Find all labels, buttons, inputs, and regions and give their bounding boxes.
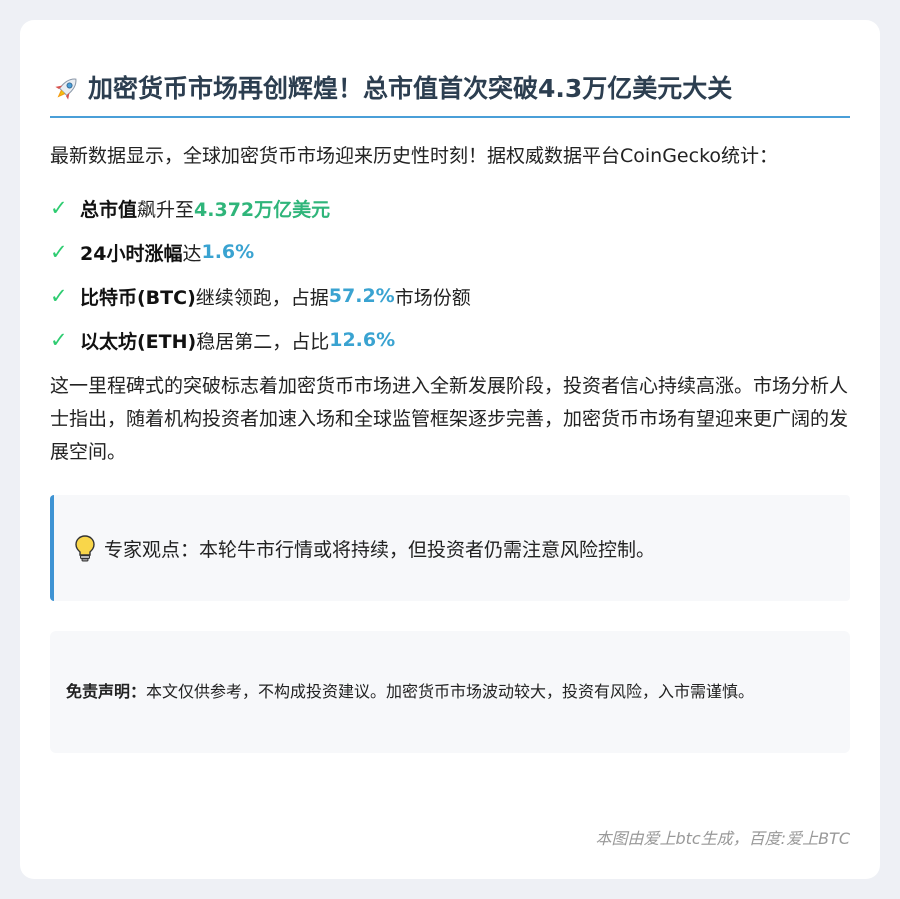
- stat-value: 4.372万亿美元: [194, 198, 331, 221]
- stat-text: 达: [182, 242, 202, 265]
- disclaimer-box: 免责声明：本文仅供参考，不构成投资建议。加密货币市场波动较大，投资有风险，入市需…: [50, 631, 850, 753]
- check-icon: ✓: [50, 240, 68, 264]
- footer-credit: 本图由爱上btc生成，百度:爱上BTC: [595, 829, 850, 848]
- stat-value: 1.6%: [201, 241, 255, 263]
- stat-value: 12.6%: [329, 329, 396, 351]
- list-item: ✓ 总市值 飙升至 4.372万亿美元: [50, 186, 850, 230]
- check-icon: ✓: [50, 284, 68, 308]
- page-title: 加密货币市场再创辉煌！总市值首次突破4.3万亿美元大关: [88, 74, 733, 103]
- lightbulb-icon: [75, 535, 95, 562]
- stat-tail: 市场份额: [394, 286, 471, 309]
- stat-text: 飙升至: [137, 198, 195, 221]
- stat-label: 以太坊(ETH): [80, 330, 197, 353]
- stat-label: 24小时涨幅: [80, 242, 183, 265]
- body-paragraph: 这一里程碑式的突破标志着加密货币市场进入全新发展阶段，投资者信心持续高涨。市场分…: [50, 375, 849, 463]
- title-row: 加密货币市场再创辉煌！总市值首次突破4.3万亿美元大关: [50, 72, 850, 118]
- rocket-icon: [55, 78, 77, 100]
- expert-callout: 专家观点：本轮牛市行情或将持续，但投资者仍需注意风险控制。: [50, 495, 850, 601]
- stat-label: 总市值: [80, 198, 138, 221]
- intro-paragraph: 最新数据显示，全球加密货币市场迎来历史性时刻！据权威数据平台CoinGecko统…: [50, 145, 779, 167]
- check-icon: ✓: [50, 328, 68, 352]
- expert-text: 专家观点：本轮牛市行情或将持续，但投资者仍需注意风险控制。: [104, 538, 656, 561]
- list-item: ✓ 比特币(BTC) 继续领跑，占据 57.2% 市场份额: [50, 274, 850, 318]
- stats-list: ✓ 总市值 飙升至 4.372万亿美元 ✓ 24小时涨幅 达 1.6% ✓ 比特…: [50, 186, 850, 362]
- article-card: 加密货币市场再创辉煌！总市值首次突破4.3万亿美元大关 最新数据显示，全球加密货…: [20, 20, 880, 879]
- list-item: ✓ 以太坊(ETH) 稳居第二，占比 12.6%: [50, 318, 850, 362]
- stat-text: 继续领跑，占据: [195, 286, 329, 309]
- stat-value: 57.2%: [328, 285, 395, 307]
- stat-label: 比特币(BTC): [80, 286, 196, 309]
- disclaimer: 免责声明：本文仅供参考，不构成投资建议。加密货币市场波动较大，投资有风险，入市需…: [66, 679, 754, 705]
- disclaimer-label: 免责声明：: [66, 682, 147, 701]
- disclaimer-text: 本文仅供参考，不构成投资建议。加密货币市场波动较大，投资有风险，入市需谨慎。: [146, 682, 755, 701]
- check-icon: ✓: [50, 196, 68, 220]
- list-item: ✓ 24小时涨幅 达 1.6%: [50, 230, 850, 274]
- stat-text: 稳居第二，占比: [196, 330, 330, 353]
